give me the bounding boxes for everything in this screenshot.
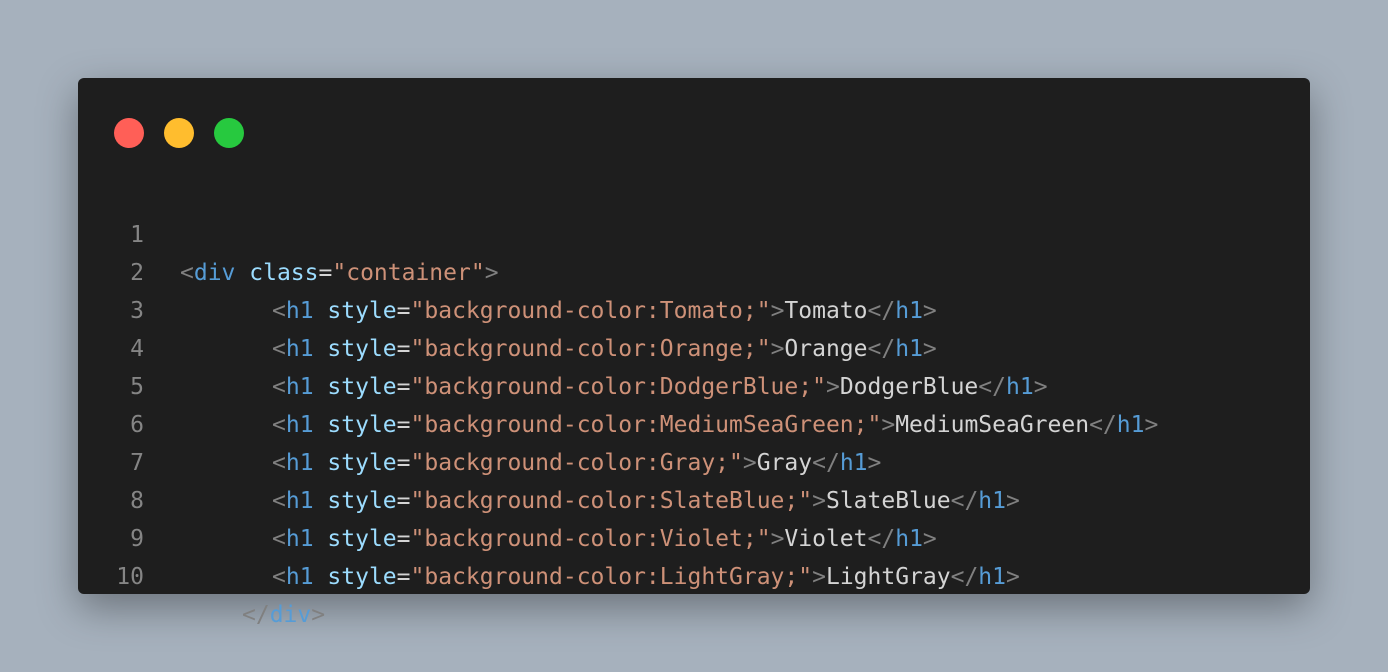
code-line: 7 <h1 style="background-color:SlateBlue;… — [78, 406, 1310, 514]
attr-value: "background-color:LightGray;" — [410, 564, 813, 590]
maximize-dot-icon[interactable] — [214, 118, 244, 148]
code-block: 1 <div class="container"> 2 <h1 style="b… — [78, 178, 1310, 628]
code-line: 4 <h1 style="background-color:DodgerBlue… — [78, 292, 1310, 400]
minimize-dot-icon[interactable] — [164, 118, 194, 148]
close-dot-icon[interactable] — [114, 118, 144, 148]
code-content: <h1 style="background-color:LightGray;">… — [272, 564, 1020, 590]
code-line: 3 <h1 style="background-color:Orange;">O… — [78, 254, 1310, 362]
close-tag-name: div — [269, 602, 312, 628]
code-line: 2 <h1 style="background-color:Tomato;">T… — [78, 216, 1310, 324]
close-tag-name: h1 — [978, 564, 1006, 590]
code-line: 8 <h1 style="background-color:Violet;">V… — [78, 444, 1310, 552]
open-tag-name: h1 — [285, 564, 314, 590]
code-line: 10 </div> — [78, 520, 1310, 628]
code-content: </div> — [242, 602, 326, 628]
code-window: 1 <div class="container"> 2 <h1 style="b… — [78, 78, 1310, 628]
code-line: 5 <h1 style="background-color:MediumSeaG… — [78, 330, 1310, 438]
code-line: 1 <div class="container"> — [78, 178, 1310, 286]
line-number: 10 — [116, 564, 144, 590]
element-text: LightGray — [825, 564, 951, 590]
code-line: 6 <h1 style="background-color:Gray;">Gra… — [78, 368, 1310, 476]
attr-name: style — [327, 564, 397, 590]
code-line: 9 <h1 style="background-color:LightGray;… — [78, 482, 1310, 590]
